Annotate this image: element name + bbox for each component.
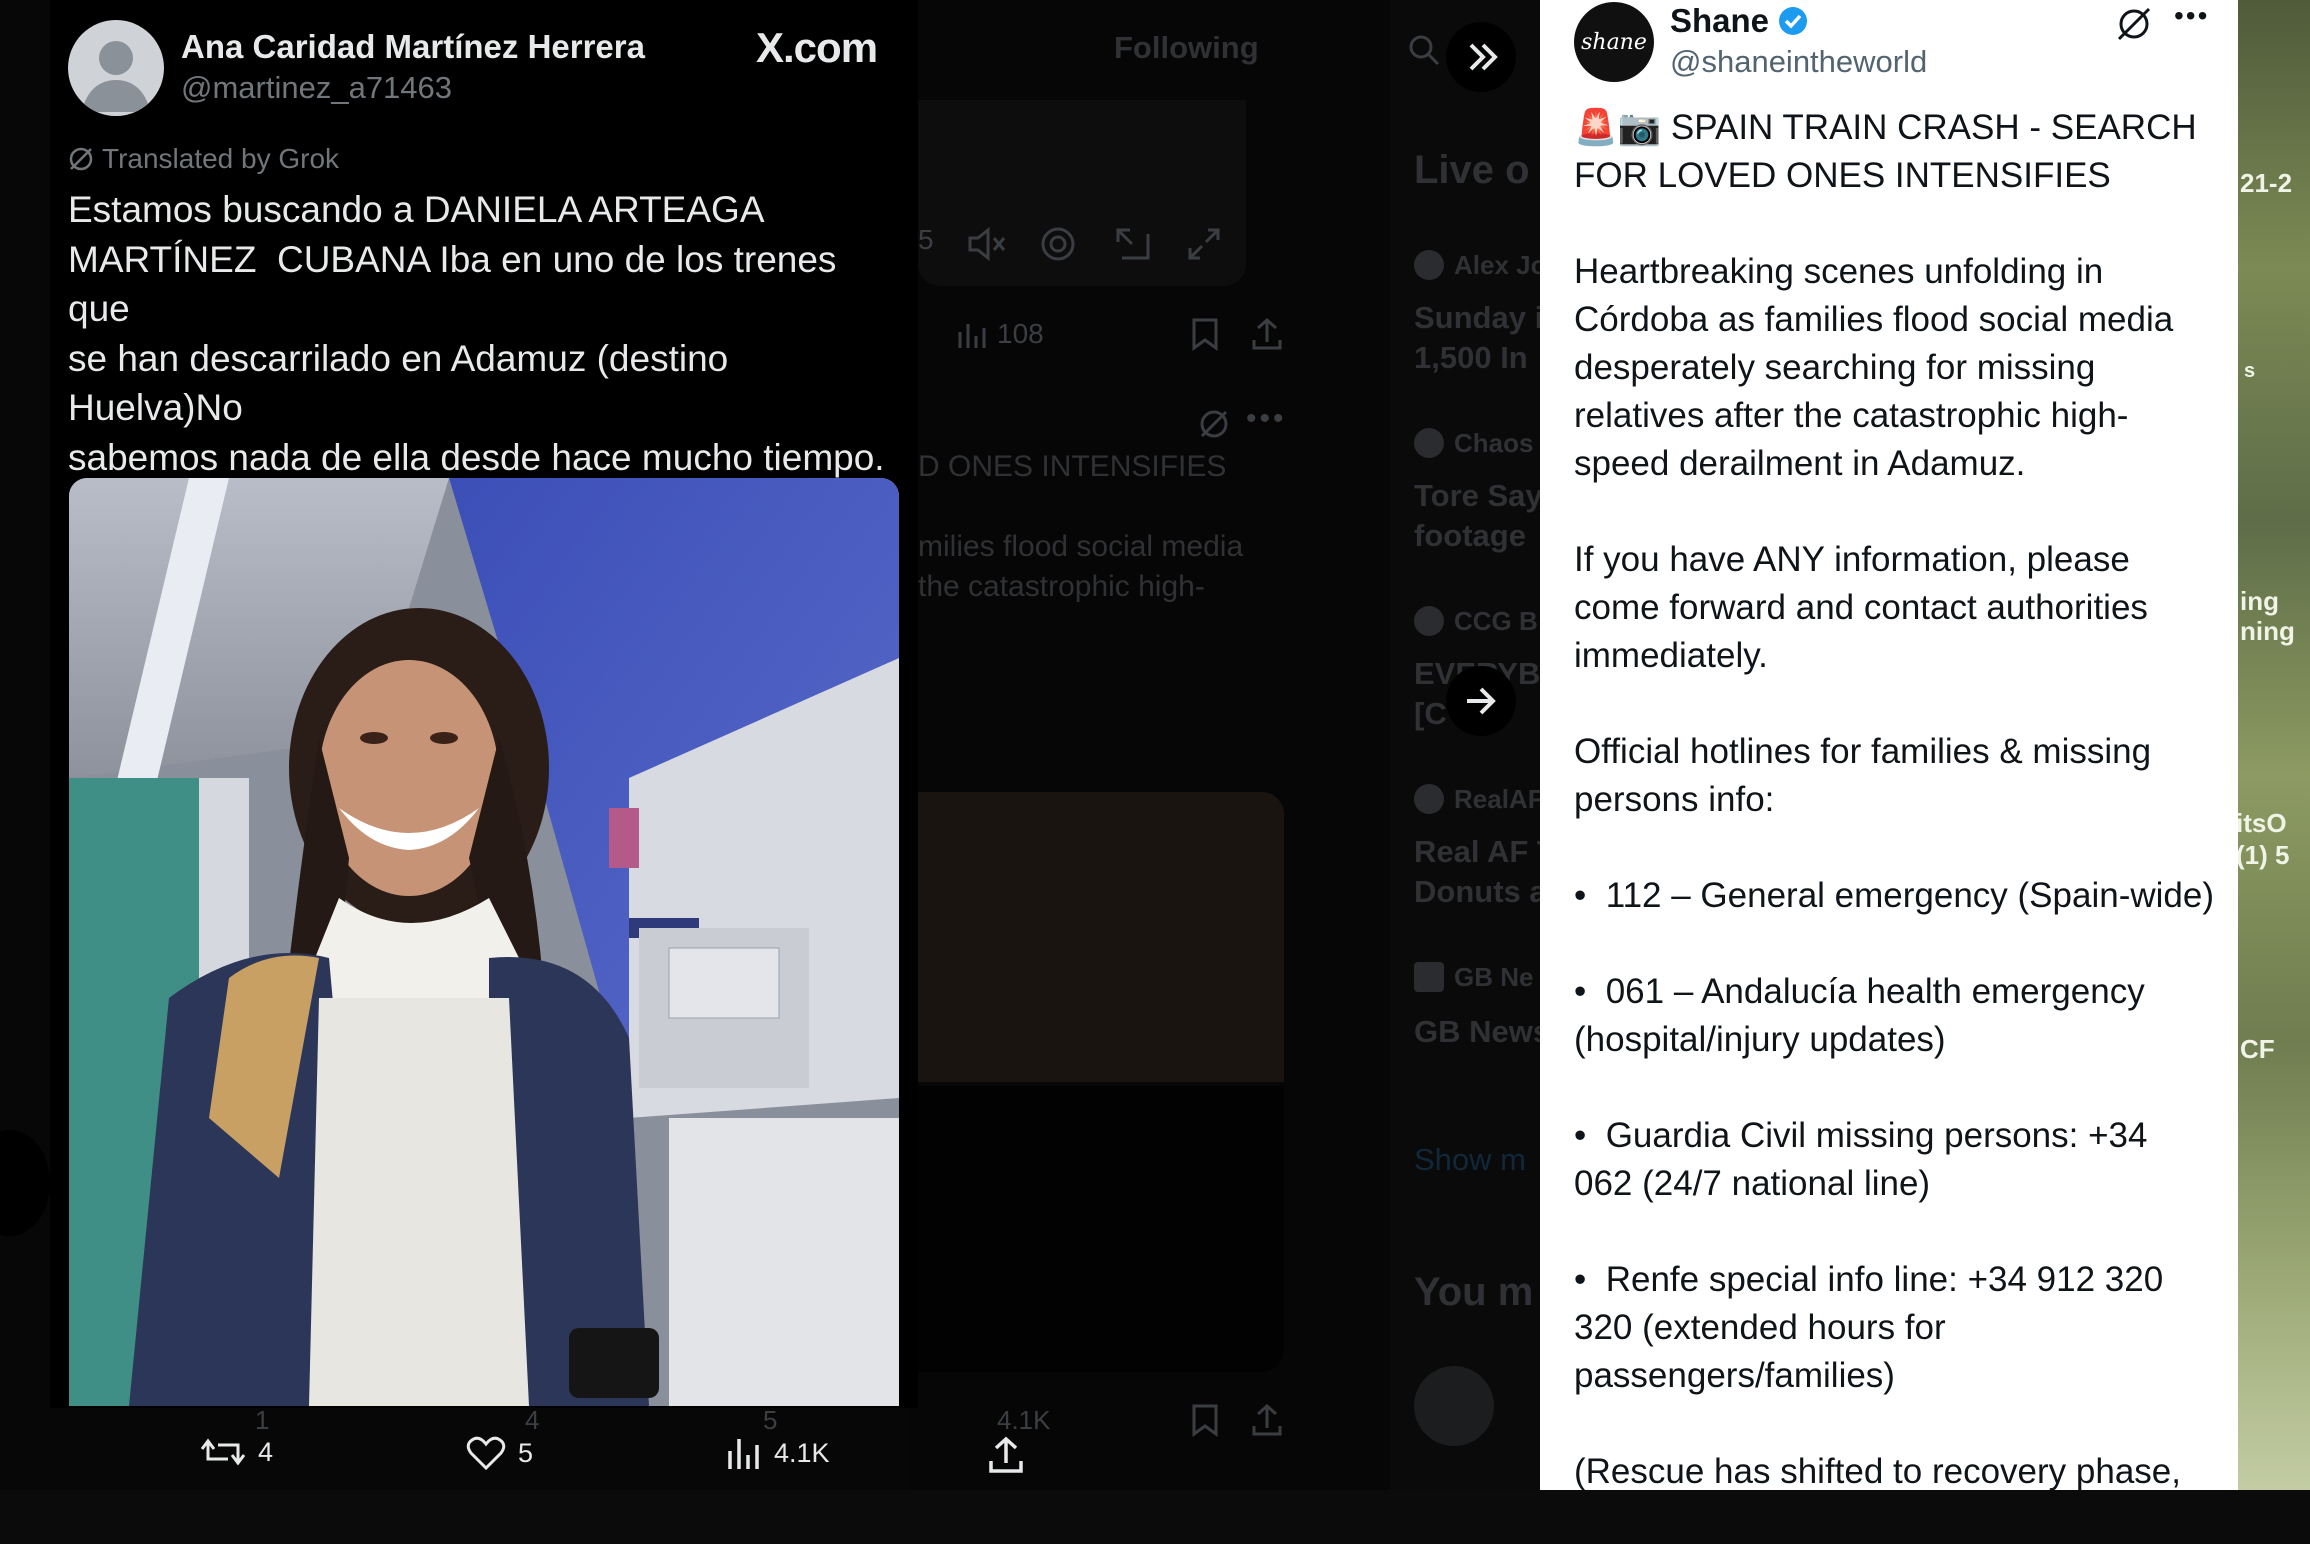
- live-item-3-name: CCG B: [1454, 606, 1538, 636]
- verified-badge-icon: [1779, 7, 1808, 35]
- shane-post-title: 🚨📷 SPAIN TRAIN CRASH - SEARCH FOR LOVED …: [1574, 108, 2197, 195]
- bg-count-views: 4.1K: [997, 1405, 1051, 1435]
- share-icon: [989, 1436, 1023, 1473]
- shane-name-row[interactable]: Shane: [1670, 2, 1809, 40]
- double-chevron-right-icon: [1469, 43, 1498, 71]
- like-count: 5: [518, 1437, 534, 1468]
- grok-icon-bg[interactable]: [1198, 408, 1230, 440]
- live-title: Live o: [1414, 148, 1530, 192]
- train-selfie-image: [69, 478, 899, 1406]
- background-photo-strip: [2238, 0, 2310, 1490]
- more-options-icon[interactable]: •••: [2174, 0, 2209, 32]
- shane-paragraph-3: Official hotlines for families & missing…: [1574, 732, 2152, 819]
- share-icon-bg-bottom[interactable]: [1250, 1402, 1284, 1438]
- bg-count-likes: 5: [763, 1405, 778, 1435]
- hotline-item: • Renfe special info line: +34 912 320 3…: [1574, 1260, 2164, 1395]
- more-icon-bg[interactable]: •••: [1246, 402, 1287, 436]
- you-might-like-title: You m: [1414, 1270, 1534, 1314]
- hotline-item: • Guardia Civil missing persons: +34 062…: [1574, 1116, 2148, 1203]
- background-image[interactable]: [918, 792, 1284, 1082]
- views-count: 4.1K: [774, 1437, 830, 1468]
- live-item-2-name: Chaos: [1454, 428, 1534, 458]
- live-item-5-name: GB Ne: [1454, 962, 1534, 992]
- shane-paragraph-2: If you have ANY information, please come…: [1574, 540, 2148, 675]
- hotline-item: • 112 – General emergency (Spain-wide): [1574, 876, 2214, 915]
- shane-name: Shane: [1670, 2, 1770, 39]
- show-more-link[interactable]: Show m: [1414, 1142, 1526, 1178]
- background-video-player[interactable]: 5: [918, 100, 1246, 286]
- pip-icon[interactable]: [1112, 224, 1152, 264]
- site-label: X.com: [756, 24, 878, 71]
- live-avatar-5: [1414, 962, 1444, 992]
- grok-icon: [69, 147, 93, 171]
- live-item-5-text[interactable]: GB News: [1414, 1014, 1550, 1050]
- default-avatar-icon: [82, 41, 150, 112]
- bg-count-replies: 1: [255, 1405, 270, 1435]
- like-action[interactable]: 5: [466, 1435, 533, 1471]
- green-text-3: ing: [2240, 586, 2279, 616]
- settings-icon[interactable]: [1038, 224, 1078, 264]
- text-fragment-2: the catastrophic high-: [918, 570, 1205, 603]
- shane-post-body: 🚨📷 SPAIN TRAIN CRASH - SEARCH FOR LOVED …: [1574, 104, 2214, 1544]
- author-handle[interactable]: @martinez_a71463: [181, 70, 452, 106]
- live-item-1-name: Alex Jo: [1454, 250, 1547, 280]
- views-count-bg: 108: [997, 318, 1044, 349]
- author-avatar[interactable]: [68, 20, 164, 116]
- shane-handle[interactable]: @shaneintheworld: [1670, 44, 1927, 80]
- translated-label: Translated by Grok: [102, 143, 340, 174]
- live-avatar-2: [1414, 428, 1444, 458]
- green-text-5: itsO: [2236, 808, 2287, 838]
- live-avatar-3: [1414, 606, 1444, 636]
- repost-action[interactable]: 4: [200, 1435, 273, 1469]
- share-icon-bg[interactable]: [1250, 316, 1284, 352]
- live-item-4-name: RealAF: [1454, 784, 1544, 814]
- post-photo[interactable]: [69, 478, 899, 1406]
- mute-icon[interactable]: [966, 226, 1008, 262]
- green-text-2: s: [2244, 360, 2256, 382]
- suggested-avatar[interactable]: [1414, 1366, 1494, 1446]
- following-tab[interactable]: Following: [1114, 30, 1259, 66]
- bg-count-reposts: 4: [525, 1405, 540, 1435]
- grok-icon-right[interactable]: [2114, 4, 2154, 44]
- views-icon: [728, 1439, 759, 1469]
- text-fragment-1: milies flood social media: [918, 530, 1244, 563]
- green-text-1: 21-2: [2240, 168, 2293, 198]
- live-avatar-1: [1414, 250, 1444, 280]
- live-item-2-text[interactable]: Tore Say footage: [1414, 476, 1543, 556]
- heart-icon: [466, 1436, 506, 1471]
- next-arrow-button[interactable]: [1446, 666, 1516, 736]
- views-action[interactable]: 4.1K: [726, 1435, 830, 1471]
- shane-paragraph-1: Heartbreaking scenes unfolding in Córdob…: [1574, 252, 2174, 483]
- repost-count: 4: [258, 1436, 274, 1467]
- bookmark-icon-bg[interactable]: [1190, 316, 1220, 352]
- headline-fragment: D ONES INTENSIFIES: [918, 450, 1227, 483]
- green-text-7: CF: [2240, 1034, 2275, 1064]
- live-item-4-text[interactable]: Real AF T Donuts a: [1414, 832, 1556, 912]
- shane-paragraph-last: (Rescue has shifted to recovery phase,: [1574, 1452, 2181, 1491]
- author-name[interactable]: Ana Caridad Martínez Herrera: [181, 28, 645, 66]
- search-icon[interactable]: [1406, 32, 1442, 68]
- green-text-6: (1) 5: [2236, 840, 2290, 870]
- shane-avatar[interactable]: shane: [1574, 2, 1654, 82]
- share-action[interactable]: [988, 1435, 1024, 1475]
- fullscreen-icon[interactable]: [1184, 224, 1224, 264]
- hotline-item: • 061 – Andalucía health emergency (hosp…: [1574, 972, 2145, 1059]
- repost-icon: [200, 1438, 246, 1466]
- collapse-panel-button[interactable]: [1446, 22, 1516, 92]
- views-icon-bg: [958, 324, 986, 348]
- bookmark-icon-bg-bottom[interactable]: [1190, 1402, 1220, 1438]
- live-avatar-4: [1414, 784, 1444, 814]
- background-image-lower[interactable]: [918, 1086, 1284, 1372]
- arrow-right-icon: [1467, 687, 1496, 715]
- green-text-4: ning: [2240, 616, 2295, 646]
- background-right-column: [1390, 0, 1540, 1490]
- translated-label-row[interactable]: Translated by Grok: [68, 143, 339, 175]
- video-time: 5: [918, 224, 934, 255]
- live-item-1-text[interactable]: Sunday i 1,500 In: [1414, 298, 1543, 378]
